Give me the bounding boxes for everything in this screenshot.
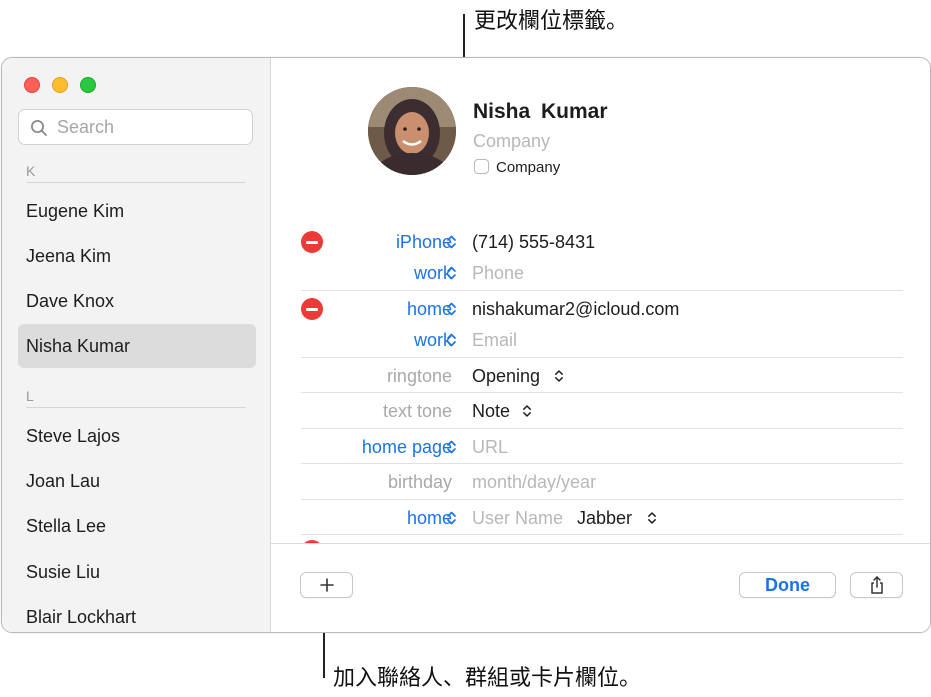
row-divider (301, 392, 903, 393)
row-divider (301, 534, 903, 535)
field-label-ringtone: ringtone (386, 366, 452, 386)
plus-icon (320, 578, 334, 592)
chevron-up-down-icon[interactable] (554, 368, 564, 384)
section-divider (26, 182, 246, 183)
chevron-up-down-icon[interactable] (446, 510, 457, 526)
footer-divider (271, 543, 930, 544)
row-divider (301, 463, 903, 464)
field-label-iphone[interactable]: iPhone (396, 232, 452, 253)
contact-dave-knox[interactable]: Dave Knox (18, 279, 256, 323)
last-name-field[interactable]: Kumar (541, 100, 608, 124)
callout-change-label: 更改欄位標籤。 (474, 8, 629, 33)
contact-blair-lockhart[interactable]: Blair Lockhart (18, 595, 256, 632)
row-divider (301, 428, 903, 429)
company-checkbox-label: Company (496, 159, 561, 176)
minimize-window-button[interactable] (52, 77, 68, 93)
user-name-field[interactable]: User Name (472, 508, 563, 529)
im-service-popup[interactable]: Jabber (577, 508, 632, 529)
search-icon (31, 120, 47, 136)
contact-joan-lau[interactable]: Joan Lau (18, 459, 256, 503)
company-checkbox[interactable] (474, 159, 489, 174)
section-header-k: K (26, 163, 36, 179)
sidebar: K Eugene Kim Jeena Kim Dave Knox Nisha K… (2, 58, 271, 632)
row-divider (301, 357, 903, 358)
chevron-up-down-icon[interactable] (446, 332, 457, 348)
row-divider (301, 290, 903, 291)
chevron-up-down-icon[interactable] (446, 265, 457, 281)
search-field[interactable] (18, 109, 253, 145)
callout-add-field: 加入聯絡人、群組或卡片欄位。 (333, 665, 642, 690)
close-window-button[interactable] (24, 77, 40, 93)
row-divider (301, 499, 903, 500)
email-value[interactable]: nishakumar2@icloud.com (472, 299, 679, 320)
done-button[interactable]: Done (739, 572, 836, 598)
share-button[interactable] (850, 572, 903, 598)
company-field[interactable]: Company (473, 131, 550, 152)
section-header-l: L (26, 388, 35, 404)
avatar-portrait-icon (368, 87, 456, 175)
contact-susie-liu[interactable]: Susie Liu (18, 550, 256, 594)
search-input[interactable] (57, 116, 247, 138)
contact-eugene-kim[interactable]: Eugene Kim (18, 189, 256, 233)
chevron-up-down-icon[interactable] (446, 301, 457, 317)
field-label-home-page[interactable]: home page (362, 437, 452, 458)
remove-field-button[interactable] (301, 231, 323, 253)
contact-jeena-kim[interactable]: Jeena Kim (18, 234, 256, 278)
field-label-birthday: birthday (387, 472, 452, 492)
email-field[interactable]: Email (472, 330, 517, 351)
contacts-window: K Eugene Kim Jeena Kim Dave Knox Nisha K… (1, 57, 931, 633)
chevron-up-down-icon[interactable] (446, 439, 457, 455)
remove-field-button[interactable] (301, 298, 323, 320)
phone-value[interactable]: (714) 555-8431 (472, 232, 595, 253)
first-name-field[interactable]: Nisha (473, 100, 530, 124)
section-divider (26, 407, 246, 408)
birthday-field[interactable]: month/day/year (472, 472, 596, 493)
contact-photo[interactable] (368, 87, 456, 175)
ringtone-popup[interactable]: Opening (472, 366, 540, 387)
contact-stella-lee[interactable]: Stella Lee (18, 504, 256, 548)
contact-nisha-kumar[interactable]: Nisha Kumar (18, 324, 256, 368)
phone-field[interactable]: Phone (472, 263, 524, 284)
add-field-button[interactable] (300, 572, 353, 598)
contact-steve-lajos[interactable]: Steve Lajos (18, 414, 256, 458)
url-field[interactable]: URL (472, 437, 508, 458)
zoom-window-button[interactable] (80, 77, 96, 93)
chevron-up-down-icon[interactable] (522, 403, 532, 419)
field-label-text-tone: text tone (382, 401, 452, 421)
chevron-up-down-icon[interactable] (446, 234, 457, 250)
text-tone-popup[interactable]: Note (472, 401, 510, 422)
chevron-up-down-icon[interactable] (647, 510, 657, 526)
contact-card: Nisha Kumar Company Company iPhone (714)… (271, 58, 930, 632)
share-icon (871, 576, 883, 594)
